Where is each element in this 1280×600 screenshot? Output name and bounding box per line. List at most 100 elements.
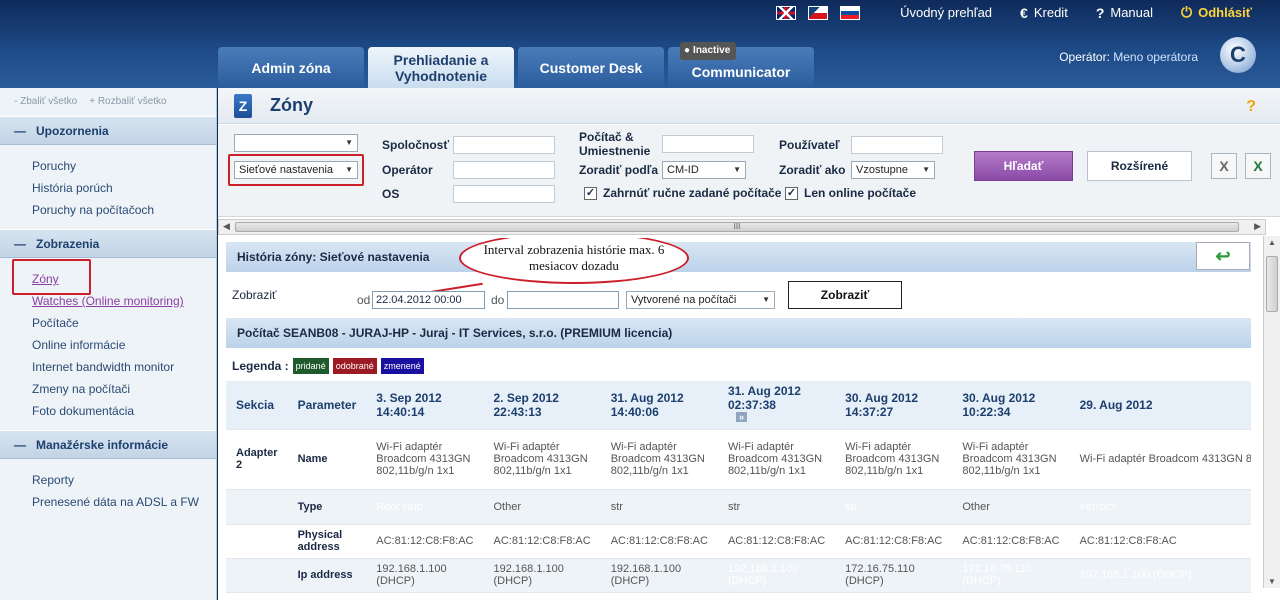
sidebar-expand-controls: - Zbaliť všetko + Rozbaliť všetko: [0, 88, 216, 116]
section-cell: [226, 524, 288, 559]
sidebar-item-bandwidth[interactable]: Internet bandwidth monitor: [32, 356, 216, 378]
sidebar-item-computers[interactable]: Počítače: [32, 312, 216, 334]
sidebar-item-photo-docs[interactable]: Foto dokumentácia: [32, 400, 216, 422]
company-input[interactable]: [453, 136, 555, 154]
tab-admin-zone[interactable]: Admin zóna: [218, 47, 364, 88]
sidebar-item-online-info[interactable]: Online informácie: [32, 334, 216, 356]
column-header: 31. Aug 2012 02:37:38»: [717, 381, 836, 430]
include-manual-checkbox[interactable]: ✓ Zahrnúť ručne zadané počítače: [584, 186, 781, 200]
sidebar-item-pc-changes[interactable]: Zmeny na počítači: [32, 378, 216, 400]
question-icon: ?: [1095, 4, 1105, 21]
collapse-icon: —: [14, 236, 26, 251]
pc-location-input[interactable]: [662, 135, 754, 153]
show-button[interactable]: Zobraziť: [788, 281, 902, 309]
section-cell: Adapter 2: [226, 429, 288, 490]
overview-link[interactable]: Úvodný prehľad: [900, 4, 992, 21]
operator-input[interactable]: [453, 161, 555, 179]
collapse-icon: —: [14, 437, 26, 452]
next-arrow-icon[interactable]: »: [735, 411, 747, 422]
table-header-row: Sekcia Parameter 3. Sep 2012 14:40:14 2.…: [226, 381, 1251, 430]
created-on-select[interactable]: Vytvorené na počítači: [626, 291, 775, 309]
from-date-input[interactable]: 22.04.2012 00:00: [372, 291, 485, 309]
sidebar-item-faults[interactable]: Poruchy: [32, 155, 216, 177]
section-title: Manažérske informácie: [36, 437, 169, 452]
flag-en-icon[interactable]: [776, 6, 796, 20]
section-cell: [226, 558, 288, 593]
sidebar-section-management[interactable]: — Manažérske informácie: [0, 430, 216, 459]
credit-link[interactable]: € Kredit: [1020, 4, 1068, 21]
to-label: do: [491, 293, 505, 307]
flag-sk-icon[interactable]: [840, 6, 860, 20]
scroll-left-icon[interactable]: ◀: [223, 221, 230, 232]
value-cell: str: [600, 489, 718, 525]
expand-all-link[interactable]: + Rozbaliť všetko: [89, 96, 166, 116]
column-header: 2. Sep 2012 22:43:13: [483, 381, 601, 430]
horizontal-scrollbar[interactable]: ◀ III ▶: [218, 219, 1266, 235]
sort-by-select[interactable]: CM-ID: [662, 161, 746, 179]
sidebar-section-alerts[interactable]: — Upozornenia: [0, 116, 216, 145]
advanced-button[interactable]: Rozšírené: [1087, 151, 1192, 181]
value-cell: 192.168.1.100 (DHCP): [600, 558, 718, 593]
sort-as-select[interactable]: Vzostupne: [851, 161, 935, 179]
value-cell: 172.16.75.110 (DHCP): [835, 558, 953, 593]
scroll-down-icon[interactable]: ▼: [1268, 577, 1276, 586]
legend-label: Legenda :: [232, 359, 289, 373]
tab-browse-evaluate[interactable]: Prehliadanie a Vyhodnotenie: [368, 47, 514, 88]
value-cell: str: [717, 489, 836, 525]
table-row: Ip address 192.168.1.100 (DHCP) 192.168.…: [226, 558, 1251, 593]
section-title: Zobrazenia: [36, 236, 100, 251]
param-cell: Type: [287, 489, 367, 525]
online-only-checkbox[interactable]: ✓ Len online počítače: [785, 186, 916, 200]
table-row: Physical address AC:81:12:C8:F8:AC AC:81…: [226, 524, 1251, 559]
sidebar-item-reports[interactable]: Reporty: [32, 469, 216, 491]
value-cell: AC:81:12:C8:F8:AC: [835, 524, 953, 559]
manual-link[interactable]: ? Manual: [1096, 4, 1153, 21]
sidebar-item-fault-history[interactable]: História porúch: [32, 177, 216, 199]
tab-customer-desk[interactable]: Customer Desk: [518, 47, 664, 88]
flag-cz-icon[interactable]: [808, 6, 828, 20]
history-title: História zóny: Sieťové nastavenia: [237, 250, 430, 264]
checkbox-box: ✓: [785, 186, 798, 200]
history-content: História zóny: Sieťové nastavenia ↩ Inte…: [226, 238, 1251, 600]
top-bar: Úvodný prehľad € Kredit ? Manual ⏻ Odhlásiť…: [0, 0, 1280, 88]
to-date-input[interactable]: [507, 291, 619, 309]
tab-label: Customer Desk: [539, 59, 643, 76]
credit-label: Kredit: [1033, 5, 1068, 20]
legend-added: pridané: [292, 358, 329, 374]
sidebar: - Zbaliť všetko + Rozbaliť všetko — Upozo…: [0, 88, 217, 600]
back-button[interactable]: ↩: [1196, 242, 1250, 270]
manual-label: Manual: [1110, 5, 1154, 20]
column-header: 30. Aug 2012 14:37:27: [835, 381, 953, 430]
scroll-up-icon[interactable]: ▲: [1268, 238, 1276, 247]
inactive-badge: ● Inactive: [680, 42, 737, 60]
table-row: Type Root Hub Other str str str Other <e…: [226, 489, 1251, 525]
os-input[interactable]: [453, 185, 555, 203]
value-cell: 192.168.1.100 (DHCP): [366, 558, 484, 593]
section-cell: [226, 489, 288, 525]
euro-icon: €: [1020, 4, 1028, 21]
value-cell: Wi-Fi adaptér Broadcom 4313GN 802,11b/g/…: [600, 429, 718, 490]
tab-communicator[interactable]: ● Inactive Communicator: [668, 42, 814, 88]
legend: Legenda : pridané odobrané zmenené: [232, 358, 424, 374]
sidebar-section-views[interactable]: — Zobrazenia: [0, 229, 216, 258]
scrollbar-thumb[interactable]: [1266, 256, 1278, 312]
export-excel-icon[interactable]: X: [1245, 153, 1271, 179]
filter-select-1[interactable]: [234, 134, 358, 152]
power-icon: ⏻: [1181, 4, 1193, 20]
show-label: Zobraziť: [232, 288, 277, 302]
sidebar-item-adsl-data[interactable]: Prenesené dáta na ADSL a FW: [32, 491, 216, 513]
export-excel-gray-icon[interactable]: X: [1211, 153, 1237, 179]
user-input[interactable]: [851, 136, 943, 154]
value-cell: Wi-Fi adaptér Broadcom 4313GN 802,11b/g/…: [1069, 429, 1251, 490]
search-button[interactable]: Hľadať: [974, 151, 1073, 181]
tab-label: Communicator: [691, 63, 791, 80]
scroll-right-icon[interactable]: ▶: [1254, 221, 1261, 232]
help-icon[interactable]: ?: [1246, 98, 1256, 116]
vertical-scrollbar[interactable]: ▲ ▼: [1263, 236, 1280, 588]
collapse-all-link[interactable]: - Zbaliť všetko: [14, 96, 77, 116]
scrollbar-thumb[interactable]: III: [235, 222, 1239, 232]
sidebar-item-pc-faults[interactable]: Poruchy na počítačoch: [32, 199, 216, 221]
logout-link[interactable]: ⏻ Odhlásiť: [1181, 4, 1252, 21]
tab-label: Prehliadanie a Vyhodnotenie: [393, 51, 489, 84]
from-label: od: [357, 293, 371, 307]
